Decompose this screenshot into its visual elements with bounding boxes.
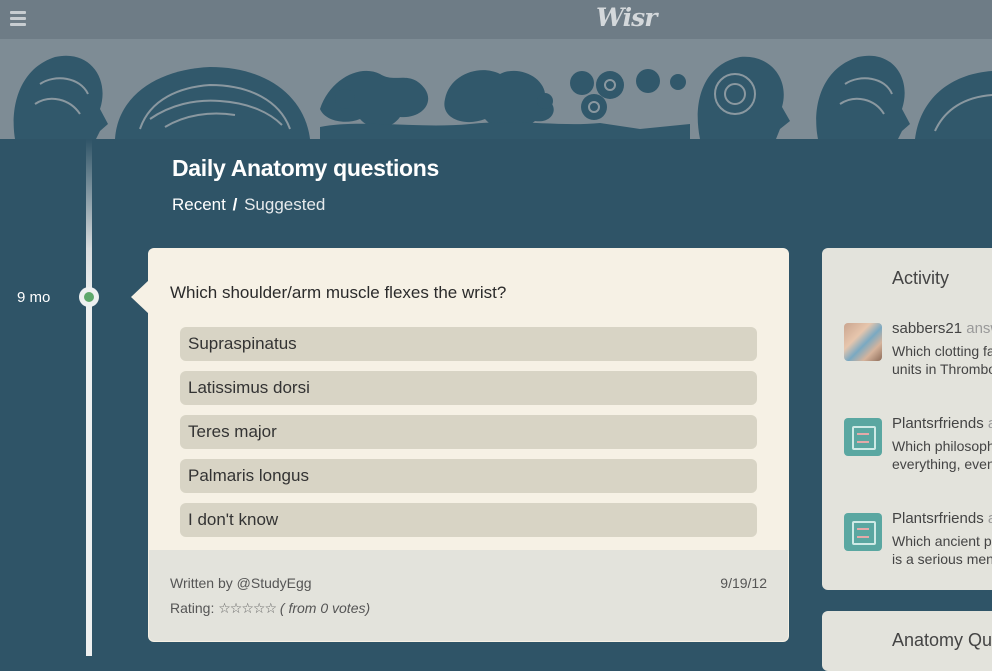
- quiz-panel-title[interactable]: Anatomy Qui: [892, 630, 992, 651]
- timeline-line: [86, 139, 92, 656]
- activity-text-line: Which philosoph: [892, 438, 992, 454]
- answer-option[interactable]: Supraspinatus: [180, 327, 757, 361]
- activity-text-line: units in Thrombo: [892, 361, 992, 377]
- hamburger-menu-icon[interactable]: [10, 11, 26, 27]
- timeline-dot: [79, 287, 99, 307]
- rating-stars[interactable]: ☆☆☆☆☆: [218, 600, 277, 616]
- question-text: Which shoulder/arm muscle flexes the wri…: [170, 283, 507, 302]
- question-footer: Written by @StudyEgg 9/19/12 Rating: ☆☆☆…: [149, 550, 788, 641]
- activity-text[interactable]: Which philosoph everything, even: [892, 437, 992, 473]
- filter-separator: /: [232, 195, 238, 214]
- rating-votes: ( from 0 votes): [279, 600, 371, 616]
- filter-recent[interactable]: Recent: [172, 195, 226, 214]
- activity-text-line: Which clotting fa: [892, 343, 992, 359]
- activity-verb: answ: [966, 320, 992, 337]
- answer-option[interactable]: Teres major: [180, 415, 757, 449]
- header-banner: [0, 39, 992, 139]
- activity-text[interactable]: Which clotting fa units in Thrombo: [892, 342, 992, 378]
- top-bar: Wisr: [0, 0, 992, 39]
- card-pointer: [131, 280, 149, 314]
- avatar[interactable]: [844, 323, 882, 361]
- question-date: 9/19/12: [720, 575, 767, 591]
- activity-panel: Activity sabbers21 answ Which clotting f…: [822, 248, 992, 590]
- question-author[interactable]: Written by @StudyEgg: [170, 575, 312, 591]
- question-card: Which shoulder/arm muscle flexes the wri…: [148, 248, 789, 642]
- activity-text[interactable]: Which ancient p is a serious men: [892, 532, 992, 568]
- avatar[interactable]: [844, 513, 882, 551]
- timeline-age: 9 mo: [17, 289, 51, 306]
- activity-text-line: everything, even: [892, 456, 992, 472]
- question-rating: Rating: ☆☆☆☆☆ ( from 0 votes): [170, 600, 370, 617]
- rating-label: Rating:: [170, 600, 215, 616]
- activity-title: Activity: [892, 268, 950, 288]
- activity-username[interactable]: sabbers21: [892, 320, 962, 337]
- answer-list: Supraspinatus Latissimus dorsi Teres maj…: [180, 327, 757, 547]
- activity-verb: a: [988, 415, 992, 432]
- activity-username[interactable]: Plantsrfriends: [892, 510, 984, 527]
- answer-option[interactable]: Latissimus dorsi: [180, 371, 757, 405]
- avatar[interactable]: [844, 418, 882, 456]
- feed-filter: Recent / Suggested: [172, 195, 325, 215]
- answer-option-dont-know[interactable]: I don't know: [180, 503, 757, 537]
- answer-option[interactable]: Palmaris longus: [180, 459, 757, 493]
- banner-illustration: [13, 55, 992, 139]
- page-title: Daily Anatomy questions: [172, 155, 440, 181]
- activity-text-line: Which ancient p: [892, 533, 992, 549]
- filter-suggested[interactable]: Suggested: [244, 195, 325, 214]
- anatomy-quiz-panel: Anatomy Qui: [822, 611, 992, 671]
- app-logo[interactable]: Wisr: [596, 3, 657, 32]
- activity-username[interactable]: Plantsrfriends: [892, 415, 984, 432]
- activity-verb: a: [988, 510, 992, 527]
- activity-text-line: is a serious men: [892, 551, 992, 567]
